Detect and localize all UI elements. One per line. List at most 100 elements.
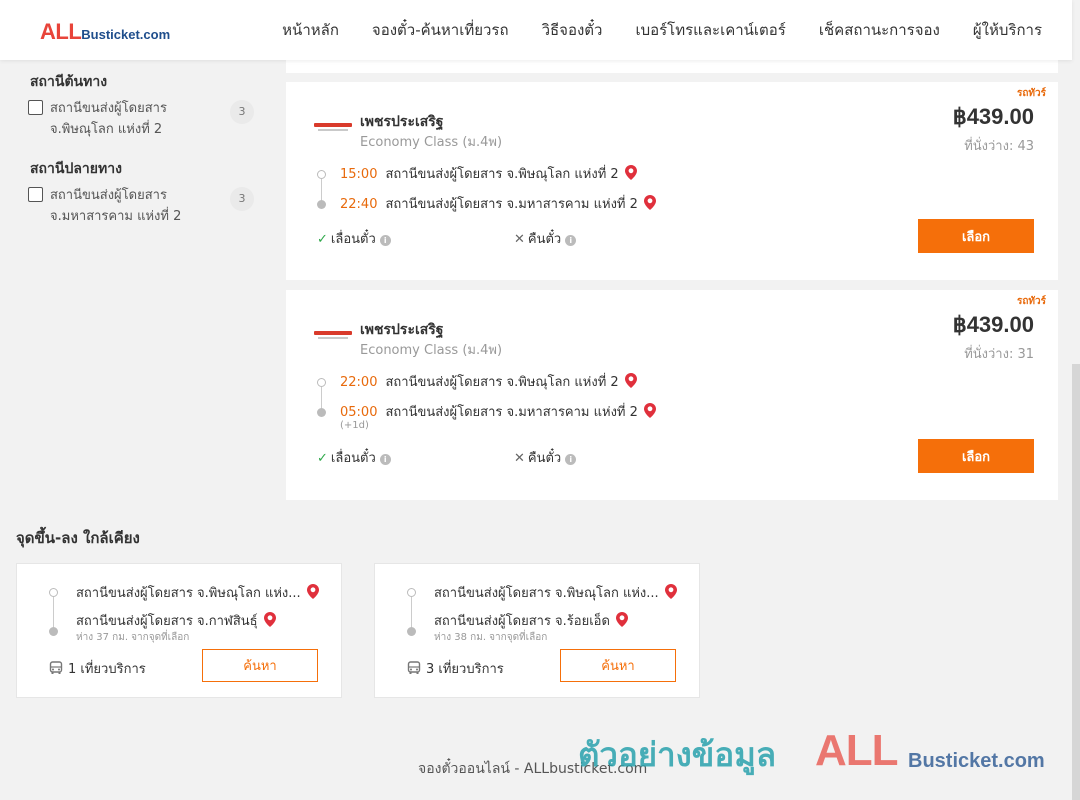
nearby-card: สถานีขนส่งผู้โดยสาร จ.พิษณุโลก แห่ง... ส…	[374, 563, 700, 698]
logo-rest: Busticket.com	[81, 27, 171, 42]
map-pin-icon[interactable]	[306, 584, 319, 603]
top-header: ALLBusticket.com หน้าหลัก จองตั๋ว-ค้นหาเ…	[0, 0, 1072, 60]
watermark-logo-all: ALL	[815, 726, 899, 775]
arrival-station: สถานีขนส่งผู้โดยสาร จ.มหาสารคาม แห่งที่ …	[385, 405, 638, 420]
nav-booking[interactable]: จองตั๋ว-ค้นหาเที่ยวรถ	[372, 18, 509, 42]
nearby-from-stop: สถานีขนส่งผู้โดยสาร จ.พิษณุโลก แห่ง...	[434, 582, 677, 603]
nearby-distance: ห่าง 38 กม. จากจุดที่เลือก	[434, 632, 548, 643]
map-pin-icon[interactable]	[263, 612, 276, 631]
origin-count-badge: 3	[230, 100, 254, 124]
reschedule-label: เลื่อนตั๋ว	[330, 451, 376, 466]
search-nearby-button[interactable]: ค้นหา	[202, 649, 318, 682]
departure-time: 22:00	[340, 375, 378, 390]
page-scrollbar[interactable]	[1072, 60, 1080, 800]
nearby-distance: ห่าง 37 กม. จากจุดที่เลือก	[76, 632, 190, 643]
nav-contact[interactable]: เบอร์โทรและเคาน์เตอร์	[635, 18, 785, 42]
origin-checkbox[interactable]	[28, 100, 43, 115]
logo-all: ALL	[40, 19, 82, 44]
check-icon: ✓	[317, 232, 328, 247]
arrival-stop: 05:00 สถานีขนส่งผู้โดยสาร จ.มหาสารคาม แห่…	[340, 401, 656, 422]
origin-filter-title: สถานีต้นทาง	[30, 74, 108, 90]
x-icon: ✕	[514, 451, 525, 466]
nearby-to-station: สถานีขนส่งผู้โดยสาร จ.กาฬสินธุ์	[76, 614, 258, 629]
destination-filter-title: สถานีปลายทาง	[30, 161, 122, 177]
nearby-card: สถานีขนส่งผู้โดยสาร จ.พิษณุโลก แห่ง... ส…	[16, 563, 342, 698]
site-logo[interactable]: ALLBusticket.com	[40, 19, 170, 45]
refund-label: คืนตั๋ว	[527, 451, 562, 466]
seats-available: ที่นั่งว่าง: 43	[964, 139, 1034, 154]
info-icon[interactable]: i	[565, 454, 577, 465]
bus-class: Economy Class (ม.4พ)	[360, 343, 503, 358]
info-icon[interactable]: i	[379, 235, 391, 246]
info-icon[interactable]: i	[379, 454, 391, 465]
select-trip-button[interactable]: เลือก	[918, 439, 1034, 473]
trip-card: รถทัวร์ เพชรประเสริฐ Economy Class (ม.4พ…	[286, 82, 1058, 280]
watermark-logo-rest: Busticket.com	[908, 750, 1045, 772]
destination-filter-option[interactable]: สถานีขนส่งผู้โดยสาร จ.มหาสารคาม แห่งที่ …	[28, 185, 254, 229]
map-pin-icon[interactable]	[624, 373, 637, 392]
select-trip-button[interactable]: เลือก	[918, 219, 1034, 253]
origin-filter-option[interactable]: สถานีขนส่งผู้โดยสาร จ.พิษณุโลก แห่งที่ 2…	[28, 98, 254, 142]
bus-class: Economy Class (ม.4พ)	[360, 135, 503, 150]
nearby-to-stop: สถานีขนส่งผู้โดยสาร จ.ร้อยเอ็ด	[434, 610, 628, 631]
nav-operators[interactable]: ผู้ให้บริการ	[973, 18, 1042, 42]
map-pin-icon[interactable]	[643, 403, 656, 422]
bus-icon	[49, 661, 63, 679]
operator-name: เพชรประเสริฐ	[360, 322, 444, 338]
route-timeline	[317, 170, 327, 209]
reschedule-feature: ✓ เลื่อนตั๋ว i	[317, 228, 391, 249]
route-timeline	[49, 588, 58, 636]
destination-option-label: สถานีขนส่งผู้โดยสาร จ.มหาสารคาม แห่งที่ …	[50, 188, 182, 224]
map-pin-icon[interactable]	[624, 165, 637, 184]
refund-feature: ✕ คืนตั๋ว i	[514, 447, 577, 468]
departure-station: สถานีขนส่งผู้โดยสาร จ.พิษณุโลก แห่งที่ 2	[385, 167, 619, 182]
refund-label: คืนตั๋ว	[527, 232, 562, 247]
nav-how-to-book[interactable]: วิธีจองตั๋ว	[542, 18, 603, 42]
map-pin-icon[interactable]	[664, 584, 677, 603]
x-icon: ✕	[514, 232, 525, 247]
arrival-time: 05:00	[340, 405, 378, 420]
route-timeline	[317, 378, 327, 417]
search-nearby-button[interactable]: ค้นหา	[560, 649, 676, 682]
destination-count-badge: 3	[230, 187, 254, 211]
arrival-time: 22:40	[340, 197, 378, 212]
map-pin-icon[interactable]	[643, 195, 656, 214]
nearby-from-station: สถานีขนส่งผู้โดยสาร จ.พิษณุโลก แห่ง...	[434, 586, 659, 601]
destination-checkbox[interactable]	[28, 187, 43, 202]
bus-icon	[407, 661, 421, 679]
reschedule-feature: ✓ เลื่อนตั๋ว i	[317, 447, 391, 468]
scrollbar-thumb[interactable]	[1072, 364, 1080, 800]
trip-card: รถทัวร์ เพชรประเสริฐ Economy Class (ม.4พ…	[286, 290, 1058, 500]
nav-check-status[interactable]: เช็คสถานะการจอง	[819, 18, 940, 42]
departure-station: สถานีขนส่งผู้โดยสาร จ.พิษณุโลก แห่งที่ 2	[385, 375, 619, 390]
trip-price: ฿439.00	[952, 104, 1034, 129]
nav-home[interactable]: หน้าหลัก	[282, 18, 339, 42]
check-icon: ✓	[317, 451, 328, 466]
info-icon[interactable]: i	[565, 235, 577, 246]
bus-type-tag: รถทัวร์	[1016, 88, 1046, 99]
origin-option-label: สถานีขนส่งผู้โดยสาร จ.พิษณุโลก แห่งที่ 2	[50, 101, 167, 137]
bus-type-tag: รถทัวร์	[1016, 296, 1046, 307]
map-pin-icon[interactable]	[615, 612, 628, 631]
nearby-from-stop: สถานีขนส่งผู้โดยสาร จ.พิษณุโลก แห่ง...	[76, 582, 319, 603]
watermark-text: ตัวอย่างข้อมูล	[578, 735, 777, 774]
nearby-to-stop: สถานีขนส่งผู้โดยสาร จ.กาฬสินธุ์	[76, 610, 276, 631]
refund-feature: ✕ คืนตั๋ว i	[514, 228, 577, 249]
arrival-station: สถานีขนส่งผู้โดยสาร จ.มหาสารคาม แห่งที่ …	[385, 197, 638, 212]
departure-time: 15:00	[340, 167, 378, 182]
departure-stop: 15:00 สถานีขนส่งผู้โดยสาร จ.พิษณุโลก แห่ง…	[340, 163, 637, 184]
next-day-note: (+1d)	[340, 420, 369, 431]
departure-stop: 22:00 สถานีขนส่งผู้โดยสาร จ.พิษณุโลก แห่ง…	[340, 371, 637, 392]
operator-logo	[314, 331, 352, 341]
route-timeline	[407, 588, 416, 636]
trip-price: ฿439.00	[952, 312, 1034, 337]
trip-count: 1 เที่ยวบริการ	[49, 658, 146, 679]
seats-available: ที่นั่งว่าง: 31	[964, 347, 1034, 362]
arrival-stop: 22:40 สถานีขนส่งผู้โดยสาร จ.มหาสารคาม แห่…	[340, 193, 656, 214]
reschedule-label: เลื่อนตั๋ว	[330, 232, 376, 247]
trip-count: 3 เที่ยวบริการ	[407, 658, 504, 679]
trip-count-label: 1 เที่ยวบริการ	[68, 662, 146, 677]
previous-card-bottom	[286, 60, 1058, 73]
main-nav: หน้าหลัก จองตั๋ว-ค้นหาเที่ยวรถ วิธีจองตั…	[282, 0, 1042, 60]
nearby-to-station: สถานีขนส่งผู้โดยสาร จ.ร้อยเอ็ด	[434, 614, 610, 629]
